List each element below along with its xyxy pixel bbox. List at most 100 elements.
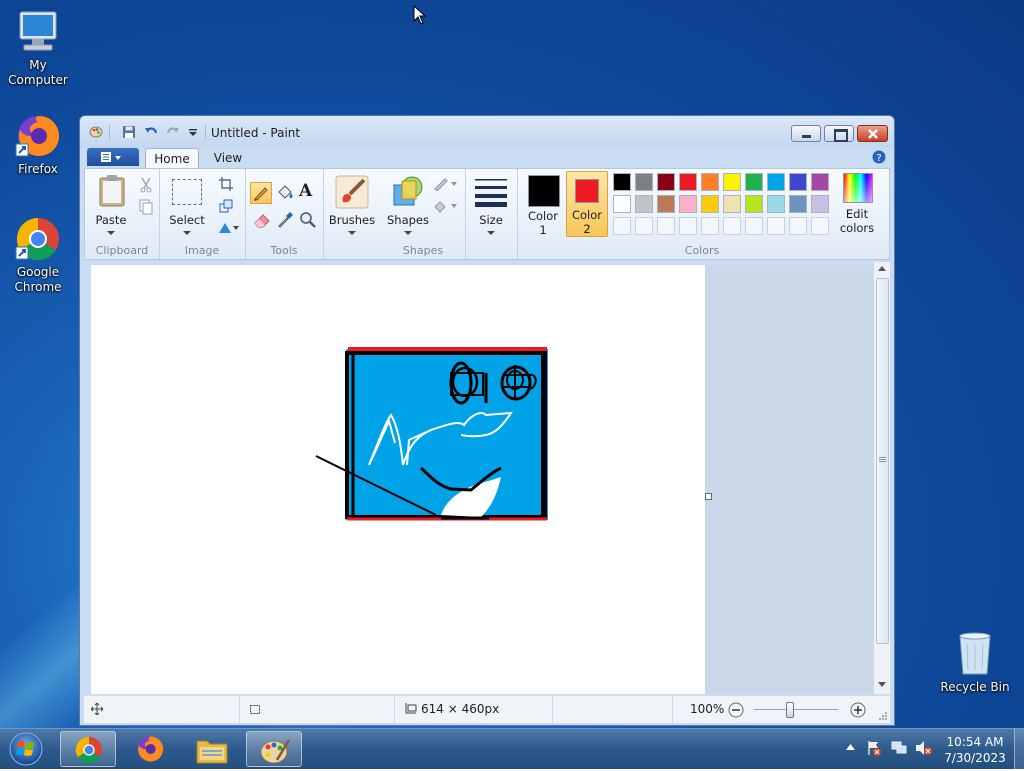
action-center-flag-icon[interactable] (866, 740, 882, 756)
network-icon[interactable] (891, 740, 908, 756)
redo-icon[interactable] (166, 125, 180, 139)
crop-icon[interactable] (219, 177, 233, 191)
zoom-in-icon[interactable] (850, 702, 866, 718)
show-desktop-button[interactable] (1014, 729, 1024, 769)
system-clock[interactable]: 10:54 AM 7/30/2023 (940, 734, 1010, 766)
edit-colors-line1: Edit (845, 207, 869, 221)
color-picker-icon[interactable] (275, 210, 295, 230)
palette-empty-swatch[interactable] (679, 217, 697, 235)
desktop-icon-my-computer[interactable]: My Computer (0, 8, 76, 88)
palette-swatch[interactable] (701, 195, 719, 213)
taskbar-chrome[interactable] (60, 731, 116, 767)
desktop-icon-firefox[interactable]: Firefox (0, 112, 76, 177)
desktop-icon-chrome[interactable]: Google Chrome (0, 215, 76, 295)
clipboard-icon (99, 175, 125, 207)
pencil-tool[interactable] (250, 182, 272, 204)
fill-icon[interactable] (433, 199, 459, 213)
clock-time: 10:54 AM (946, 735, 1004, 749)
cut-icon[interactable] (138, 177, 154, 193)
taskbar-file-explorer[interactable] (184, 731, 240, 767)
menu-icon (101, 152, 121, 162)
taskbar-firefox[interactable] (122, 731, 178, 767)
zoom-out-icon[interactable] (728, 702, 744, 718)
scroll-up-icon[interactable] (878, 266, 886, 271)
palette-empty-swatch[interactable] (767, 217, 785, 235)
group-brushes: Brushes (323, 169, 381, 259)
volume-muted-icon[interactable] (915, 740, 932, 756)
palette-swatch[interactable] (635, 195, 653, 213)
color1-button[interactable]: Color 1 (521, 173, 565, 237)
palette-swatch[interactable] (767, 195, 785, 213)
scroll-down-icon[interactable] (878, 682, 886, 687)
fill-bucket-icon[interactable] (275, 183, 295, 203)
paint-menu-button[interactable] (87, 148, 139, 166)
palette-empty-swatch[interactable] (723, 217, 741, 235)
palette-swatch[interactable] (745, 173, 763, 191)
palette-swatch[interactable] (679, 195, 697, 213)
shapes-button[interactable]: Shapes (385, 173, 431, 243)
paint-window: Untitled - Paint Home View ? Paste Clipb… (79, 115, 895, 726)
palette-empty-swatch[interactable] (657, 217, 675, 235)
zoom-slider-thumb[interactable] (786, 702, 795, 718)
palette-empty-swatch[interactable] (789, 217, 807, 235)
chevron-down-icon (183, 231, 191, 235)
palette-empty-swatch[interactable] (635, 217, 653, 235)
customize-quick-access-icon[interactable] (186, 125, 200, 139)
minimize-button[interactable] (791, 125, 821, 142)
copy-icon[interactable] (138, 199, 154, 215)
color2-button[interactable]: Color 2 (566, 171, 608, 237)
start-button[interactable] (5, 730, 49, 768)
paste-button[interactable]: Paste (90, 173, 132, 243)
taskbar-paint[interactable] (246, 731, 302, 767)
eraser-icon[interactable] (252, 210, 272, 230)
palette-swatch[interactable] (745, 195, 763, 213)
close-icon (868, 129, 878, 139)
show-hidden-icons-icon[interactable] (846, 744, 855, 750)
palette-swatch[interactable] (723, 195, 741, 213)
minimize-icon (802, 135, 811, 138)
undo-icon[interactable] (144, 125, 158, 139)
palette-swatch[interactable] (679, 173, 697, 191)
size-button[interactable]: Size (469, 173, 513, 243)
maximize-button[interactable] (824, 125, 854, 142)
palette-swatch[interactable] (767, 173, 785, 191)
palette-empty-swatch[interactable] (701, 217, 719, 235)
palette-empty-swatch[interactable] (745, 217, 763, 235)
rotate-icon[interactable] (217, 221, 239, 235)
drawing-canvas[interactable] (91, 265, 705, 694)
save-icon[interactable] (122, 125, 136, 139)
zoom-slider-track[interactable] (754, 709, 838, 710)
palette-empty-swatch[interactable] (613, 217, 631, 235)
palette-empty-swatch[interactable] (811, 217, 829, 235)
magnifier-icon[interactable] (298, 210, 318, 230)
vertical-scrollbar[interactable] (873, 262, 890, 694)
palette-swatch[interactable] (789, 195, 807, 213)
scroll-thumb[interactable] (876, 278, 889, 644)
tab-home[interactable]: Home (145, 148, 199, 168)
palette-swatch[interactable] (811, 195, 829, 213)
palette-swatch[interactable] (723, 173, 741, 191)
taskbar: 10:54 AM 7/30/2023 (0, 728, 1024, 769)
desktop-icon-label: Firefox (18, 162, 58, 176)
edit-colors-button[interactable]: Edit colors (833, 171, 881, 237)
resize-icon[interactable] (219, 199, 233, 213)
palette-swatch[interactable] (657, 195, 675, 213)
palette-swatch[interactable] (657, 173, 675, 191)
close-button[interactable] (857, 125, 888, 142)
color1-label-line2: 1 (539, 223, 547, 237)
canvas-resize-handle[interactable] (705, 493, 712, 500)
brushes-button[interactable]: Brushes (327, 173, 377, 243)
text-tool[interactable]: A (299, 181, 312, 201)
palette-swatch[interactable] (613, 173, 631, 191)
palette-swatch[interactable] (635, 173, 653, 191)
tab-view[interactable]: View (205, 148, 251, 168)
help-icon[interactable]: ? (872, 150, 886, 164)
outline-icon[interactable] (433, 177, 459, 191)
resize-grip-icon[interactable] (878, 711, 888, 721)
palette-swatch[interactable] (701, 173, 719, 191)
desktop-icon-recycle-bin[interactable]: Recycle Bin (937, 630, 1013, 695)
palette-swatch[interactable] (613, 195, 631, 213)
select-button[interactable]: Select (163, 173, 211, 243)
palette-swatch[interactable] (811, 173, 829, 191)
palette-swatch[interactable] (789, 173, 807, 191)
